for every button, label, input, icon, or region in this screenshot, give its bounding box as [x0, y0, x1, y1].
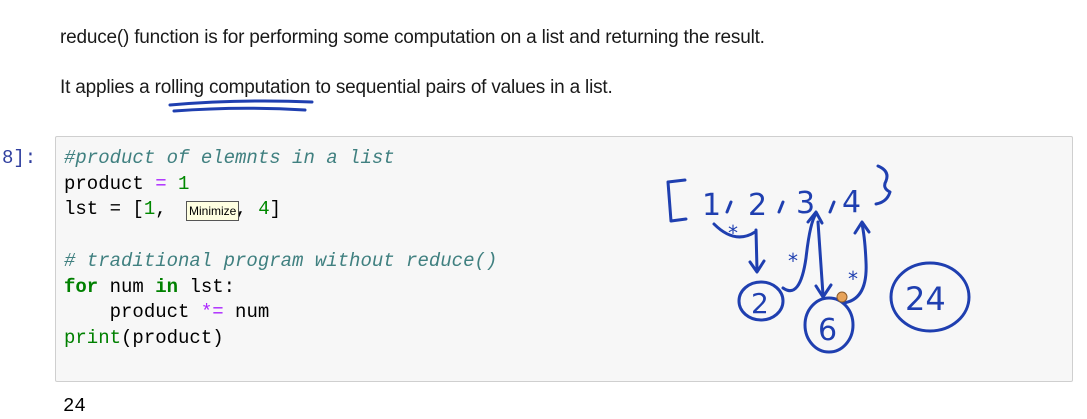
- comma: [828, 200, 836, 214]
- comma: [725, 200, 733, 214]
- result-value: 24: [905, 280, 946, 318]
- comma: [777, 200, 785, 214]
- arrow-up: [841, 222, 868, 305]
- result-value: 2: [751, 287, 769, 320]
- handwritten-annotations: 1 2 3 4 2 6 24 * * *: [168, 99, 971, 354]
- multiply-star: *: [728, 221, 738, 245]
- list-digit: 3: [796, 186, 815, 221]
- close-bracket: [874, 164, 892, 206]
- open-bracket: [666, 178, 688, 223]
- cursor-pointer: [836, 291, 848, 303]
- arrow-down: [754, 228, 759, 272]
- arrow-down: [816, 220, 825, 297]
- multiply-star: *: [788, 249, 798, 273]
- underline-stroke: [172, 106, 307, 113]
- list-digit: 4: [842, 185, 861, 220]
- result-value: 6: [818, 313, 837, 348]
- underline-stroke: [168, 99, 314, 107]
- multiply-star: *: [848, 267, 858, 291]
- list-digit: 2: [748, 188, 767, 223]
- list-digit: 1: [702, 188, 721, 223]
